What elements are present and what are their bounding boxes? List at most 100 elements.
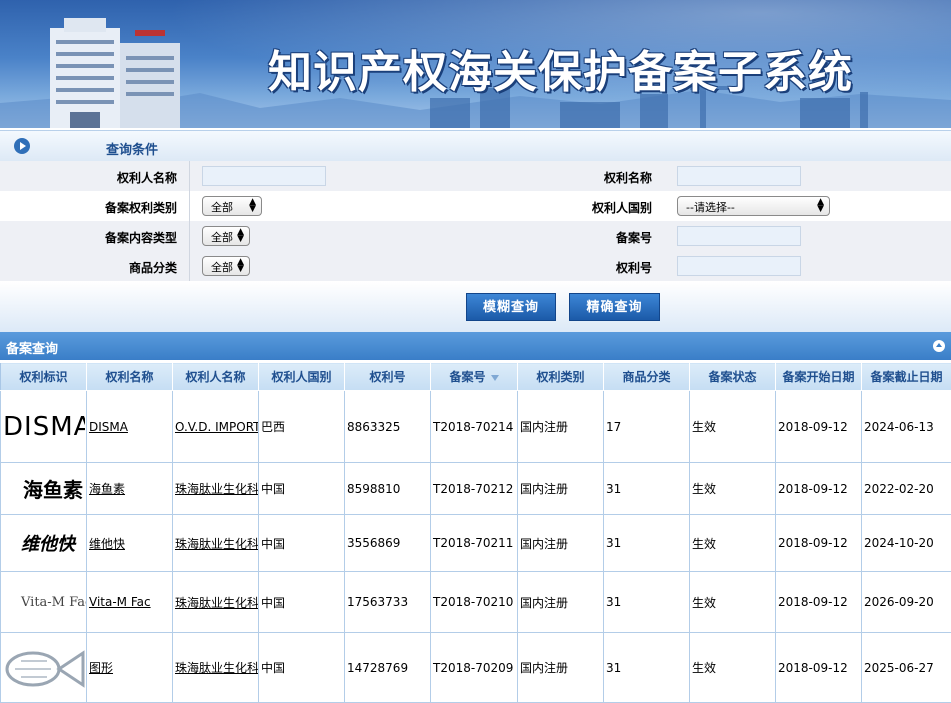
row-country: 中国 [259,515,345,572]
query-section-title: 查询条件 [106,139,158,158]
select-arrows-icon: ▲▼ [237,229,244,243]
col-header[interactable]: 权利人国别 [259,363,345,391]
row-country: 中国 [259,463,345,515]
row-logo [1,633,87,703]
col-header[interactable]: 商品分类 [604,363,690,391]
goods-class-label: 商品分类 [129,259,177,276]
col-header[interactable]: 备案状态 [690,363,776,391]
row-owner-link[interactable]: 珠海肽业生化科 [173,515,259,572]
query-button-bar: 模糊查询 精确查询 [0,282,951,332]
right-no-label: 权利号 [616,259,652,276]
row-start-date: 2018-09-12 [776,463,862,515]
row-type: 国内注册 [518,515,604,572]
row-start-date: 2018-09-12 [776,572,862,633]
row-right-no: 17563733 [345,572,431,633]
select-arrows-icon: ▲▼ [249,199,256,213]
right-name-label: 权利名称 [604,169,652,186]
fuzzy-search-button[interactable]: 模糊查询 [466,293,556,321]
row-end-date: 2022-02-20 [862,463,951,515]
right-category-select[interactable]: 全部 ▲▼ [202,196,262,216]
row-logo: Vita-M Fac [1,572,87,633]
right-name-input[interactable] [677,166,801,186]
col-header[interactable]: 权利标识 [1,363,87,391]
row-type: 国内注册 [518,391,604,463]
results-section-title: 备案查询 [6,338,58,357]
row-goods: 31 [604,633,690,703]
row-right-name-link[interactable]: 维他快 [87,515,173,572]
row-goods: 31 [604,463,690,515]
right-no-input[interactable] [677,256,801,276]
owner-country-label: 权利人国别 [592,199,652,216]
row-right-name-link[interactable]: 海鱼素 [87,463,173,515]
content-type-label: 备案内容类型 [105,229,177,246]
table-row: Vita-M Fac Vita-M Fac 珠海肽业生化科 中国 1756373… [1,572,951,633]
row-type: 国内注册 [518,463,604,515]
row-end-date: 2026-09-20 [862,572,951,633]
row-logo: 海鱼素 [1,463,87,515]
collapse-icon[interactable] [933,340,945,352]
col-header[interactable]: 备案开始日期 [776,363,862,391]
table-row: 图形 珠海肽业生化科 中国 14728769 T2018-70209 国内注册 … [1,633,951,703]
row-owner-link[interactable]: 珠海肽业生化科 [173,463,259,515]
row-right-no: 8863325 [345,391,431,463]
row-goods: 31 [604,515,690,572]
owner-name-input[interactable] [202,166,326,186]
row-record-no: T2018-70210 [431,572,518,633]
row-record-no: T2018-70212 [431,463,518,515]
results-table: 权利标识 权利名称 权利人名称 权利人国别 权利号 备案号 权利类别 商品分类 … [0,362,951,703]
row-logo: 维他快 [1,515,87,572]
select-arrows-icon: ▲▼ [817,199,824,213]
query-row-4: 商品分类 全部 ▲▼ 权利号 [0,251,951,281]
play-icon [14,138,30,154]
row-start-date: 2018-09-12 [776,391,862,463]
row-country: 中国 [259,572,345,633]
row-record-no: T2018-70214 [431,391,518,463]
exact-search-button[interactable]: 精确查询 [569,293,660,321]
row-goods: 31 [604,572,690,633]
results-section-header: 备案查询 [0,332,951,360]
customs-building-graphic [30,8,200,128]
goods-class-select[interactable]: 全部 ▲▼ [202,256,250,276]
col-header[interactable]: 权利类别 [518,363,604,391]
row-status: 生效 [690,463,776,515]
row-right-no: 14728769 [345,633,431,703]
col-header[interactable]: 权利号 [345,363,431,391]
row-record-no: T2018-70211 [431,515,518,572]
row-status: 生效 [690,391,776,463]
content-type-select[interactable]: 全部 ▲▼ [202,226,250,246]
table-row: 维他快 维他快 珠海肽业生化科 中国 3556869 T2018-70211 国… [1,515,951,572]
owner-name-label: 权利人名称 [117,169,177,186]
row-right-name-link[interactable]: 图形 [87,633,173,703]
record-no-label: 备案号 [616,229,652,246]
row-start-date: 2018-09-12 [776,633,862,703]
row-status: 生效 [690,633,776,703]
row-status: 生效 [690,515,776,572]
table-header-row: 权利标识 权利名称 权利人名称 权利人国别 权利号 备案号 权利类别 商品分类 … [1,363,951,391]
row-right-name-link[interactable]: DISMA [87,391,173,463]
record-no-input[interactable] [677,226,801,246]
row-start-date: 2018-09-12 [776,515,862,572]
row-type: 国内注册 [518,633,604,703]
system-title: 知识产权海关保护备案子系统 [268,36,853,100]
col-header[interactable]: 权利人名称 [173,363,259,391]
row-status: 生效 [690,572,776,633]
col-header-sorted[interactable]: 备案号 [431,363,518,391]
row-right-name-link[interactable]: Vita-M Fac [87,572,173,633]
row-end-date: 2024-06-13 [862,391,951,463]
select-arrows-icon: ▲▼ [237,259,244,273]
table-row: 海鱼素 海鱼素 珠海肽业生化科 中国 8598810 T2018-70212 国… [1,463,951,515]
row-goods: 17 [604,391,690,463]
col-header[interactable]: 备案截止日期 [862,363,951,391]
row-owner-link[interactable]: 珠海肽业生化科 [173,633,259,703]
query-row-1: 权利人名称 权利名称 [0,161,951,191]
owner-country-select[interactable]: --请选择-- ▲▼ [677,196,830,216]
row-owner-link[interactable]: 珠海肽业生化科 [173,572,259,633]
sort-desc-icon [491,375,499,381]
row-end-date: 2024-10-20 [862,515,951,572]
row-owner-link[interactable]: O.V.D. IMPORT [173,391,259,463]
row-right-no: 3556869 [345,515,431,572]
right-category-label: 备案权利类别 [105,199,177,216]
fish-logo-graphic [3,641,85,691]
query-section-header: 查询条件 [0,130,951,161]
col-header[interactable]: 权利名称 [87,363,173,391]
